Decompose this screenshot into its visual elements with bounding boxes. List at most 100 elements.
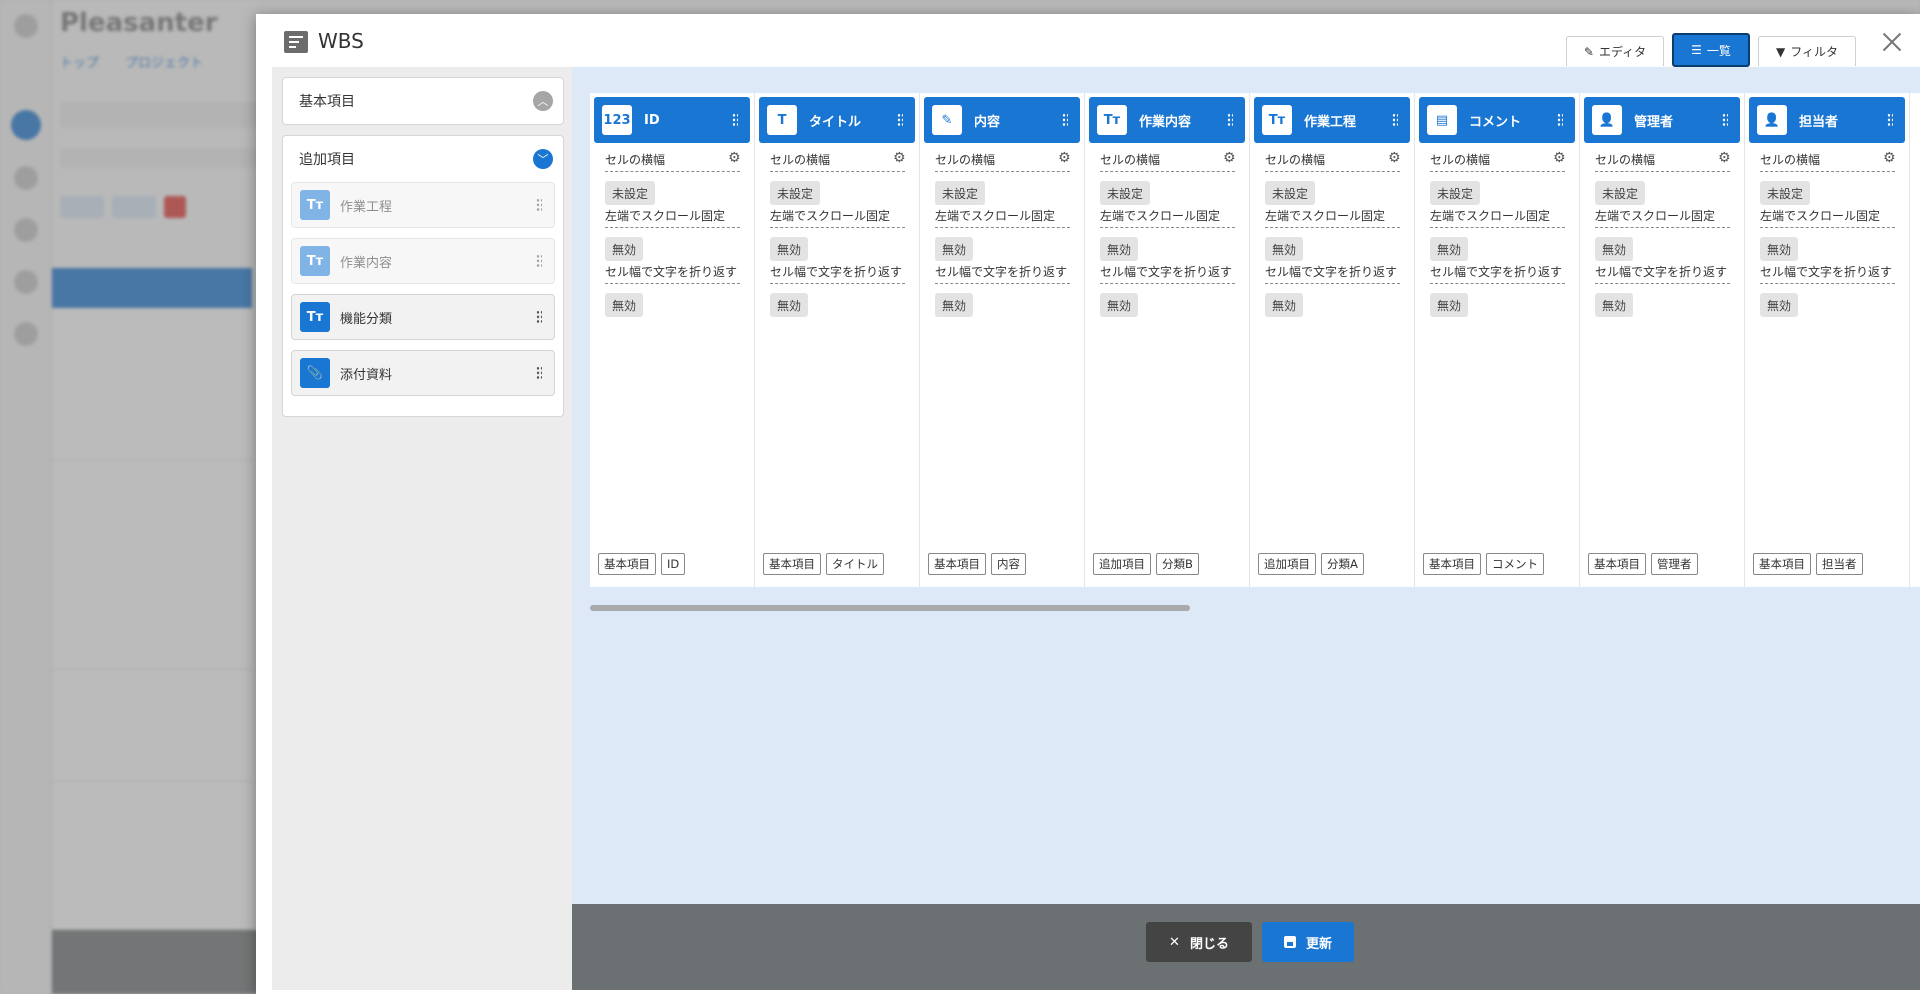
column-prop-value: 無効 <box>770 237 809 261</box>
column-prop-label[interactable]: セルの横幅 <box>1100 151 1235 172</box>
update-button[interactable]: 更新 <box>1262 922 1354 962</box>
drag-handle-icon[interactable] <box>536 366 542 380</box>
column-card[interactable]: 123 ID ⚙ セルの横幅 未設定 左端でスクロール固定 無効 セル幅で文字を折り返す 無効基… <box>590 93 755 587</box>
column-header[interactable]: 👤 担当者 <box>1749 97 1905 143</box>
column-prop-label[interactable]: 左端でスクロール固定 <box>1595 207 1730 228</box>
column-header[interactable]: ✎ 内容 <box>924 97 1080 143</box>
column-title: 内容 <box>974 114 1001 130</box>
field-item-sagyo-kotei[interactable]: Tт 作業工程 <box>291 182 555 228</box>
column-card[interactable]: ▤ コメント ⚙ セルの横幅 未設定 左端でスクロール固定 無効 セル幅で文字を折り返す 無効基… <box>1415 93 1580 587</box>
column-header[interactable]: T タイトル <box>759 97 915 143</box>
column-tag-group: 追加項目 <box>1258 553 1316 575</box>
column-prop-label[interactable]: セルの横幅 <box>1760 151 1895 172</box>
column-prop-value: 無効 <box>1595 293 1634 317</box>
column-prop-label[interactable]: セルの横幅 <box>1595 151 1730 172</box>
column-header[interactable]: ▤ コメント <box>1419 97 1575 143</box>
tab-filter[interactable]: ▼ フィルタ <box>1758 36 1856 66</box>
column-prop-label[interactable]: 左端でスクロール固定 <box>1265 207 1400 228</box>
text-field-icon: Tт <box>300 246 330 276</box>
column-prop-label[interactable]: セルの横幅 <box>605 151 740 172</box>
drag-handle-icon[interactable] <box>1392 113 1398 127</box>
column-header[interactable]: 👤 管理者 <box>1584 97 1740 143</box>
additional-items-header[interactable]: 追加項目 ﹀ <box>283 136 563 182</box>
drag-handle-icon[interactable] <box>536 198 542 212</box>
column-header[interactable]: Tт 作業内容 <box>1089 97 1245 143</box>
modal-header: WBS ✎ エディタ ☰ 一覧 ▼ フィルタ <box>256 14 1920 67</box>
field-item-label: 機能分類 <box>340 311 393 327</box>
column-prop-value: 未設定 <box>605 181 656 205</box>
column-card[interactable]: 👤 担当者 ⚙ セルの横幅 未設定 左端でスクロール固定 無効 セル幅で文字を折り返す 無効 基本… <box>1745 93 1910 587</box>
number-icon: 123 <box>602 105 632 135</box>
tab-editor[interactable]: ✎ エディタ <box>1566 36 1664 66</box>
comment-icon: ▤ <box>1427 105 1457 135</box>
column-prop-label[interactable]: セル幅で文字を折り返す <box>1100 263 1235 284</box>
column-prop-label[interactable]: セル幅で文字を折り返す <box>1265 263 1400 284</box>
column-prop-label[interactable]: 左端でスクロール固定 <box>935 207 1070 228</box>
column-title: 作業工程 <box>1304 114 1357 130</box>
chevron-down-icon[interactable]: ﹀ <box>533 149 553 169</box>
column-prop-label[interactable]: セル幅で文字を折り返す <box>1760 263 1895 284</box>
drag-handle-icon[interactable] <box>732 113 738 127</box>
drag-handle-icon[interactable] <box>536 310 542 324</box>
basic-items-header[interactable]: 基本項目 ︿ <box>283 78 563 124</box>
column-prop-label[interactable]: 左端でスクロール固定 <box>770 207 905 228</box>
paperclip-icon: 📎 <box>300 358 330 388</box>
column-tag-name: 管理者 <box>1651 553 1698 575</box>
column-prop-label[interactable]: セルの横幅 <box>1265 151 1400 172</box>
column-title: ID <box>644 112 660 128</box>
column-card[interactable]: Tт 作業内容 ⚙ セルの横幅 未設定 左端でスクロール固定 無効 セル幅で文字を折り返す 無効… <box>1085 93 1250 587</box>
drag-handle-icon[interactable] <box>536 254 542 268</box>
column-card[interactable]: Tт 作業工程 ⚙ セルの横幅 未設定 左端でスクロール固定 無効 セル幅で文字を折り返す 無効… <box>1250 93 1415 587</box>
additional-items-section: 追加項目 ﹀ Tт 作業工程 Tт 作業内容 Tт 機能分類 📎 添付資料 <box>282 135 564 417</box>
close-button[interactable]: ✕ 閉じる <box>1146 922 1252 962</box>
column-tags: 基本項目 管理者 <box>1588 553 1698 575</box>
edit-note-icon: ✎ <box>932 105 962 135</box>
column-prop-value: 無効 <box>935 237 974 261</box>
column-prop-label[interactable]: セルの横幅 <box>1430 151 1565 172</box>
column-header[interactable]: 123 ID <box>594 97 750 143</box>
column-prop-label[interactable]: 左端でスクロール固定 <box>605 207 740 228</box>
field-item-sagyo-naiyo[interactable]: Tт 作業内容 <box>291 238 555 284</box>
column-prop-label[interactable]: セル幅で文字を折り返す <box>935 263 1070 284</box>
close-icon[interactable] <box>1880 30 1904 54</box>
drag-handle-icon[interactable] <box>1062 113 1068 127</box>
modal-footer: ✕ 閉じる 更新 <box>572 904 1920 990</box>
drag-handle-icon[interactable] <box>1887 113 1893 127</box>
column-tag-group: 基本項目 <box>1753 553 1811 575</box>
column-prop-label[interactable]: 左端でスクロール固定 <box>1430 207 1565 228</box>
close-button-label: 閉じる <box>1189 936 1229 952</box>
field-item-kino-bunrui[interactable]: Tт 機能分類 <box>291 294 555 340</box>
field-item-tenpu-shiryo[interactable]: 📎 添付資料 <box>291 350 555 396</box>
column-prop-label[interactable]: セル幅で文字を折り返す <box>770 263 905 284</box>
drag-handle-icon[interactable] <box>1557 113 1563 127</box>
drag-handle-icon[interactable] <box>1227 113 1233 127</box>
horizontal-scrollbar[interactable] <box>590 605 1190 611</box>
column-tag-name: ID <box>661 553 686 575</box>
column-tags: 基本項目 タイトル <box>763 553 884 575</box>
column-card[interactable]: 👤 管理者 ⚙ セルの横幅 未設定 左端でスクロール固定 無効 セル幅で文字を折り返す 無効 基本… <box>1580 93 1745 587</box>
drag-handle-icon[interactable] <box>1722 113 1728 127</box>
additional-items-label: 追加項目 <box>299 152 355 168</box>
column-prop-label[interactable]: セルの横幅 <box>770 151 905 172</box>
column-card[interactable]: ✎ 内容 ⚙ セルの横幅 未設定 左端でスクロール固定 無効 セル幅で文字を折り返す 無効 基本項… <box>920 93 1085 587</box>
column-prop-value: 未設定 <box>1100 181 1151 205</box>
column-prop-label[interactable]: セルの横幅 <box>935 151 1070 172</box>
column-prop-label[interactable]: セル幅で文字を折り返す <box>1430 263 1565 284</box>
column-prop-label[interactable]: セル幅で文字を折り返す <box>605 263 740 284</box>
column-prop-value: 無効 <box>1265 237 1304 261</box>
tab-list[interactable]: ☰ 一覧 <box>1672 33 1750 67</box>
column-prop-value: 未設定 <box>1595 181 1646 205</box>
drag-handle-icon[interactable] <box>897 113 903 127</box>
column-tag-name: タイトル <box>826 553 884 575</box>
chevron-up-icon[interactable]: ︿ <box>533 91 553 111</box>
wbs-modal: WBS ✎ エディタ ☰ 一覧 ▼ フィルタ 基本項目 ︿ 追加項目 ﹀ Tт … <box>256 14 1920 994</box>
column-prop-label[interactable]: 左端でスクロール固定 <box>1100 207 1235 228</box>
column-board[interactable]: 123 ID ⚙ セルの横幅 未設定 左端でスクロール固定 無効 セル幅で文字を折り返す 無効基… <box>590 93 1920 587</box>
column-prop-label[interactable]: 左端でスクロール固定 <box>1760 207 1895 228</box>
column-tags: 基本項目 ID <box>598 553 686 575</box>
column-header[interactable]: Tт 作業工程 <box>1254 97 1410 143</box>
column-prop-label[interactable]: セル幅で文字を折り返す <box>1595 263 1730 284</box>
column-tag-name: コメント <box>1486 553 1544 575</box>
column-card[interactable]: T タイトル ⚙ セルの横幅 未設定 左端でスクロール固定 無効 セル幅で文字を折り返す 無効基… <box>755 93 920 587</box>
column-title: コメント <box>1469 114 1522 130</box>
